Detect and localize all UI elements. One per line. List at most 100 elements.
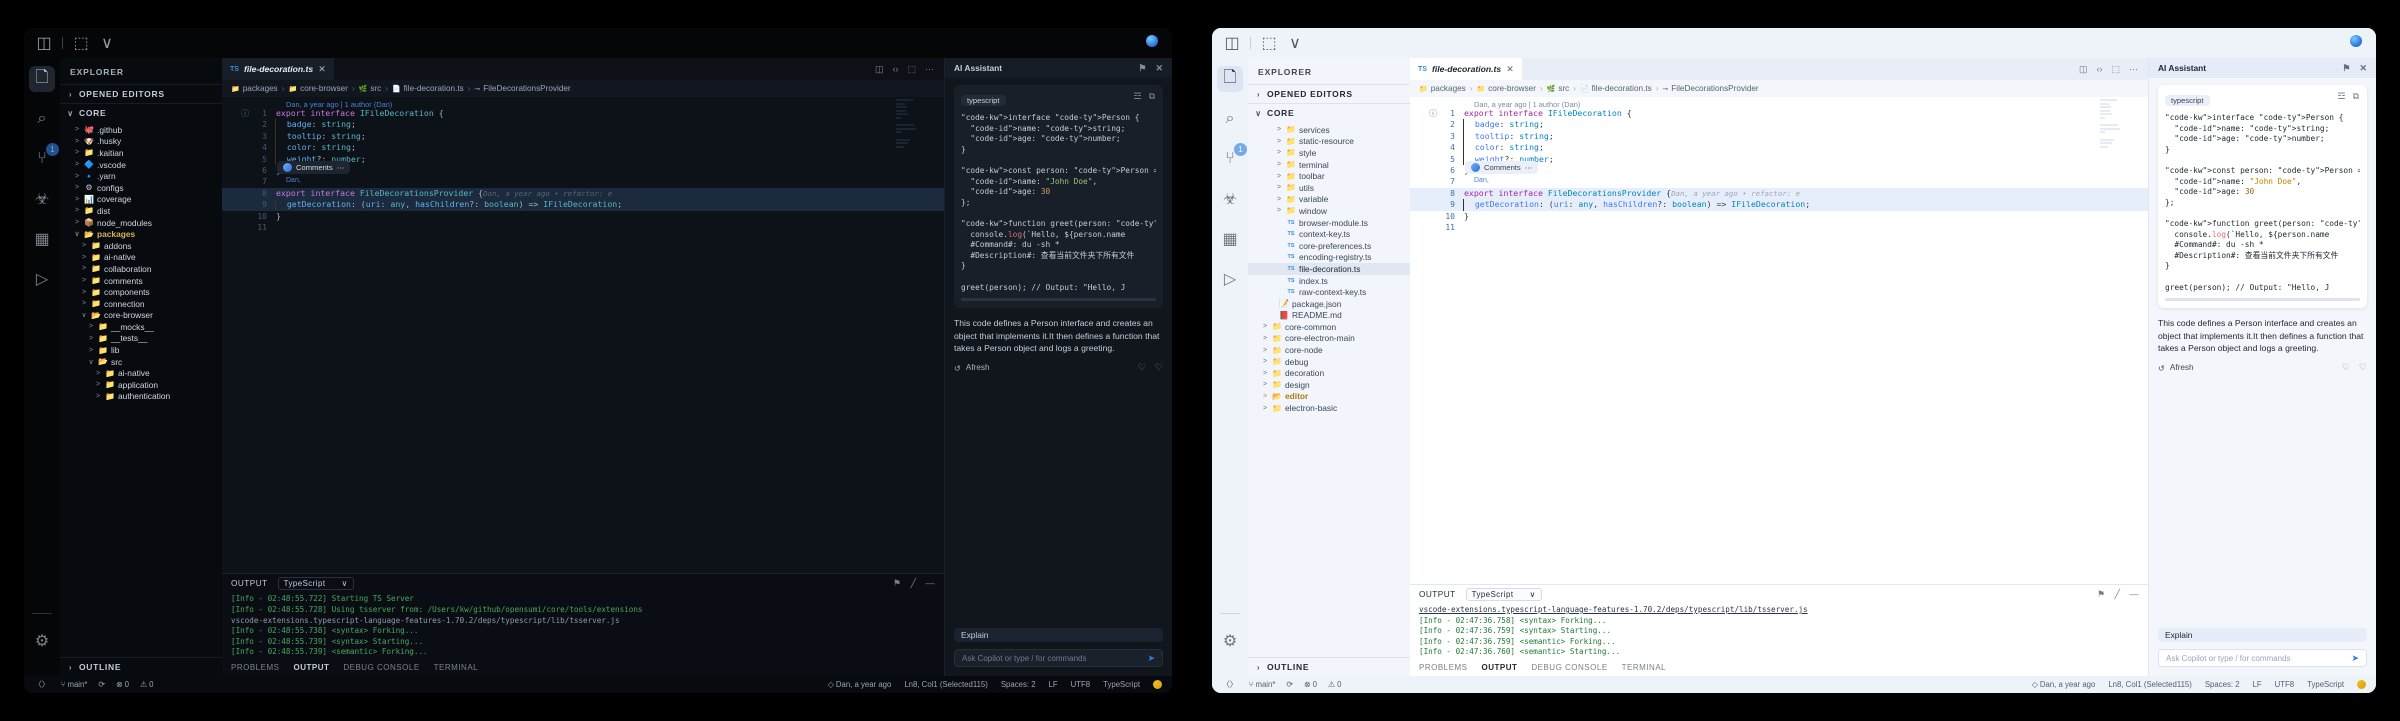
- close-icon[interactable]: ✕: [2359, 63, 2367, 74]
- more-actions-icon[interactable]: ⋯: [1525, 162, 1533, 173]
- editor-tab[interactable]: TSfile-decoration.ts✕: [222, 58, 334, 80]
- status-item[interactable]: UTF8: [1071, 680, 1091, 689]
- navigate-icon[interactable]: ‹›: [892, 64, 898, 74]
- status-item[interactable]: Spaces: 2: [1001, 680, 1036, 689]
- chevron-down-icon[interactable]: ∨: [1287, 35, 1303, 51]
- breadcrumb-item[interactable]: 📄file-decoration.ts: [1580, 84, 1652, 93]
- editor-tab[interactable]: TSfile-decoration.ts✕: [1410, 58, 1522, 80]
- navigate-icon[interactable]: ‹›: [2096, 64, 2102, 74]
- breadcrumb-item[interactable]: 🌿src: [1547, 84, 1570, 93]
- split-editor-icon[interactable]: ◫: [2079, 64, 2088, 75]
- sidebar-section-core[interactable]: ∨CORE: [60, 103, 222, 122]
- close-icon[interactable]: ✕: [1506, 64, 1514, 75]
- tree-item[interactable]: >📁authentication: [60, 391, 222, 403]
- tree-item[interactable]: TSindex.ts: [1248, 275, 1410, 287]
- chevron-down-icon[interactable]: ∨: [99, 35, 115, 51]
- activity-item-source-control[interactable]: ⑂1: [1217, 146, 1243, 172]
- tree-item[interactable]: >📁debug: [1248, 356, 1410, 368]
- close-icon[interactable]: ✕: [1155, 63, 1163, 74]
- status-item[interactable]: TypeScript: [2307, 680, 2344, 689]
- tree-item[interactable]: >📁addons: [60, 240, 222, 252]
- status-item[interactable]: TypeScript: [1103, 680, 1140, 689]
- split-editor-icon[interactable]: ◫: [875, 64, 884, 75]
- breadcrumb-item[interactable]: 📁core-browser: [1476, 84, 1536, 93]
- clear-output-icon[interactable]: ⚑: [893, 578, 902, 589]
- ai-code-scrollbar[interactable]: [961, 298, 1156, 301]
- breadcrumb-item[interactable]: ⊸FileDecorationsProvider: [474, 84, 570, 93]
- minimize-panel-icon[interactable]: —: [2130, 589, 2140, 600]
- tree-item[interactable]: >📁toolbar: [1248, 170, 1410, 182]
- status-item[interactable]: 〈〉: [1222, 679, 1238, 690]
- panel-tab-problems[interactable]: PROBLEMS: [231, 663, 279, 672]
- activity-item-settings[interactable]: ⚙: [29, 628, 55, 654]
- breadcrumb-item[interactable]: ⊸FileDecorationsProvider: [1662, 84, 1758, 93]
- activity-item-debug[interactable]: ☣: [29, 186, 55, 212]
- tree-item[interactable]: >📁static-resource: [1248, 136, 1410, 148]
- clear-chat-icon[interactable]: ⚑: [2342, 63, 2350, 74]
- breadcrumb-item[interactable]: 📁core-browser: [288, 84, 348, 93]
- tree-item[interactable]: TScore-preferences.ts: [1248, 240, 1410, 252]
- thumb-down-icon[interactable]: ♡: [2359, 362, 2367, 373]
- tree-item[interactable]: TScontext-key.ts: [1248, 228, 1410, 240]
- activity-item-debug[interactable]: ☣: [1217, 186, 1243, 212]
- maximize-panel-icon[interactable]: ╱: [2115, 589, 2121, 600]
- tree-item[interactable]: >📁electron-basic: [1248, 402, 1410, 414]
- tree-item[interactable]: >📁style: [1248, 147, 1410, 159]
- sidebar-section-outline[interactable]: ›OUTLINE: [1248, 657, 1410, 676]
- output-channel-select[interactable]: TypeScript∨: [1466, 588, 1542, 601]
- activity-item-extensions[interactable]: ▦: [29, 226, 55, 252]
- status-item[interactable]: Spaces: 2: [2205, 680, 2240, 689]
- tree-item[interactable]: >⚙configs: [60, 182, 222, 194]
- breadcrumb-item[interactable]: 📁packages: [231, 84, 278, 93]
- status-item[interactable]: ◇ Dan, a year ago: [828, 680, 892, 689]
- thumb-up-icon[interactable]: ♡: [2342, 362, 2350, 373]
- tree-item[interactable]: >📁comments: [60, 275, 222, 287]
- breadcrumb-item[interactable]: 📄file-decoration.ts: [392, 84, 464, 93]
- ai-prompt-input[interactable]: Ask Copilot or type / for commands➤: [2158, 649, 2367, 667]
- tree-item[interactable]: 📝package.json: [1248, 298, 1410, 310]
- tree-item[interactable]: >📁ai-native: [60, 252, 222, 264]
- status-item[interactable]: UTF8: [2275, 680, 2295, 689]
- output-channel-select[interactable]: TypeScript∨: [278, 577, 354, 590]
- activity-item-run[interactable]: ▷: [29, 266, 55, 292]
- maximize-icon[interactable]: ⬚: [2111, 64, 2120, 75]
- tree-item[interactable]: TSfile-decoration.ts: [1248, 263, 1410, 275]
- tree-item[interactable]: >📂editor: [1248, 391, 1410, 403]
- status-item[interactable]: ⑂ main*: [1249, 680, 1276, 689]
- refresh-icon[interactable]: ↺: [954, 363, 961, 373]
- ai-refresh-label[interactable]: Afresh: [966, 363, 990, 372]
- tree-item[interactable]: >📁components: [60, 286, 222, 298]
- clear-output-icon[interactable]: ⚑: [2097, 589, 2106, 600]
- insert-code-icon[interactable]: ☲: [1133, 91, 1141, 102]
- maximize-panel-icon[interactable]: ╱: [911, 578, 917, 589]
- tree-item[interactable]: TSbrowser-module.ts: [1248, 217, 1410, 229]
- panel-layout-icon[interactable]: ◫: [36, 35, 52, 51]
- file-tree[interactable]: >🐙.github>🐶.husky>📁.kaitian>🔷.vscode>🔹.y…: [60, 122, 222, 657]
- more-actions-icon[interactable]: ⋯: [2129, 64, 2138, 75]
- panel-tab-debug-console[interactable]: DEBUG CONSOLE: [1531, 663, 1607, 672]
- ai-prompt-input[interactable]: Ask Copilot or type / for commands➤: [954, 649, 1163, 667]
- comments-widget[interactable]: Comments⋯: [277, 161, 350, 174]
- status-item[interactable]: Ln8, Col1 (Selected115): [904, 680, 988, 689]
- panel-tab-output[interactable]: OUTPUT: [1481, 663, 1517, 672]
- sidebar-section-opened-editors[interactable]: ›OPENED EDITORS: [1248, 84, 1410, 103]
- status-item[interactable]: LF: [1049, 680, 1058, 689]
- refresh-icon[interactable]: ↺: [2158, 363, 2165, 373]
- tree-item[interactable]: >📁application: [60, 379, 222, 391]
- status-item[interactable]: ⚠ 0: [1328, 680, 1342, 689]
- ai-explain-button[interactable]: Explain: [954, 628, 1163, 642]
- ai-orb-icon[interactable]: [2350, 35, 2362, 47]
- breadcrumb-item[interactable]: 🌿src: [359, 84, 382, 93]
- panel-layout-icon[interactable]: ◫: [1224, 35, 1240, 51]
- tree-item[interactable]: >🔷.vscode: [60, 159, 222, 171]
- ai-orb-icon[interactable]: [1146, 35, 1158, 47]
- status-item[interactable]: ⟳: [1286, 680, 1293, 689]
- minimize-panel-icon[interactable]: —: [926, 578, 936, 589]
- status-item[interactable]: LF: [2253, 680, 2262, 689]
- ai-explain-button[interactable]: Explain: [2158, 628, 2367, 642]
- copy-code-icon[interactable]: ⧉: [1149, 91, 1155, 102]
- tree-item[interactable]: >📁design: [1248, 379, 1410, 391]
- activity-item-search[interactable]: ⌕: [1217, 106, 1243, 132]
- panel-tab-output[interactable]: OUTPUT: [293, 663, 329, 672]
- copy-code-icon[interactable]: ⧉: [2353, 91, 2359, 102]
